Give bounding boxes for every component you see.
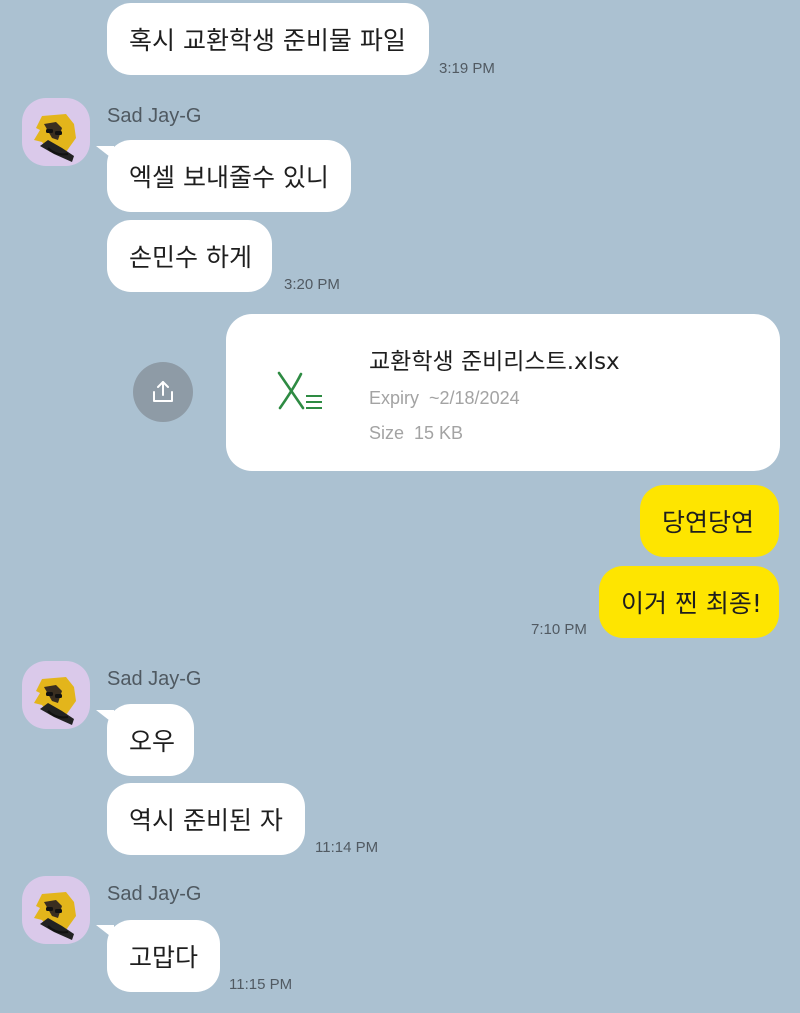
excel-file-icon bbox=[277, 371, 322, 410]
file-name: 교환학생 준비리스트.xlsx bbox=[369, 349, 620, 375]
file-expiry: Expiry ~2/18/2024 bbox=[369, 388, 520, 409]
avatar[interactable] bbox=[22, 876, 90, 944]
message-bubble[interactable]: 이거 찐 최종! bbox=[599, 566, 779, 638]
message-text: 역시 준비된 자 bbox=[129, 806, 283, 835]
message-timestamp: 11:14 PM bbox=[315, 839, 379, 856]
share-button[interactable] bbox=[133, 362, 193, 422]
file-size-label: Size bbox=[369, 423, 405, 443]
sender-name: Sad Jay-G bbox=[107, 668, 202, 690]
file-size-value: 15 KB bbox=[414, 423, 464, 443]
avatar[interactable] bbox=[22, 98, 90, 166]
message-text: 당연당연 bbox=[662, 508, 755, 537]
message-text: 고맙다 bbox=[129, 943, 199, 972]
character-avatar-icon bbox=[34, 677, 76, 725]
message-bubble[interactable]: 엑셀 보내줄수 있니 bbox=[107, 140, 351, 212]
message-timestamp: 11:15 PM bbox=[229, 976, 293, 993]
message-bubble[interactable]: 역시 준비된 자 bbox=[107, 783, 305, 855]
sender-name: Sad Jay-G bbox=[107, 105, 202, 127]
character-avatar-icon bbox=[34, 892, 76, 940]
message-text: 오우 bbox=[129, 727, 176, 756]
sender-name: Sad Jay-G bbox=[107, 883, 202, 905]
file-size: Size 15 KB bbox=[369, 423, 463, 444]
message-timestamp: 3:19 PM bbox=[439, 60, 495, 77]
message-bubble[interactable]: 당연당연 bbox=[640, 485, 779, 557]
share-upload-icon bbox=[153, 381, 173, 402]
message-timestamp: 7:10 PM bbox=[531, 621, 587, 638]
message-text: 혹시 교환학생 준비물 파일 bbox=[129, 26, 406, 55]
message-text: 손민수 하게 bbox=[129, 243, 252, 272]
message-bubble[interactable]: 오우 bbox=[107, 704, 194, 776]
message-text: 엑셀 보내줄수 있니 bbox=[129, 163, 329, 192]
file-expiry-value: ~2/18/2024 bbox=[429, 388, 520, 408]
message-bubble[interactable]: 혹시 교환학생 준비물 파일 bbox=[107, 3, 429, 75]
file-attachment-card[interactable]: 교환학생 준비리스트.xlsx Expiry ~2/18/2024 Size 15 … bbox=[226, 314, 780, 471]
file-expiry-label: Expiry bbox=[369, 388, 420, 408]
message-bubble[interactable]: 고맙다 bbox=[107, 920, 220, 992]
message-bubble[interactable]: 손민수 하게 bbox=[107, 220, 272, 292]
message-text: 이거 찐 최종! bbox=[621, 589, 762, 618]
message-timestamp: 3:20 PM bbox=[284, 276, 340, 293]
character-avatar-icon bbox=[34, 114, 76, 162]
avatar[interactable] bbox=[22, 661, 90, 729]
